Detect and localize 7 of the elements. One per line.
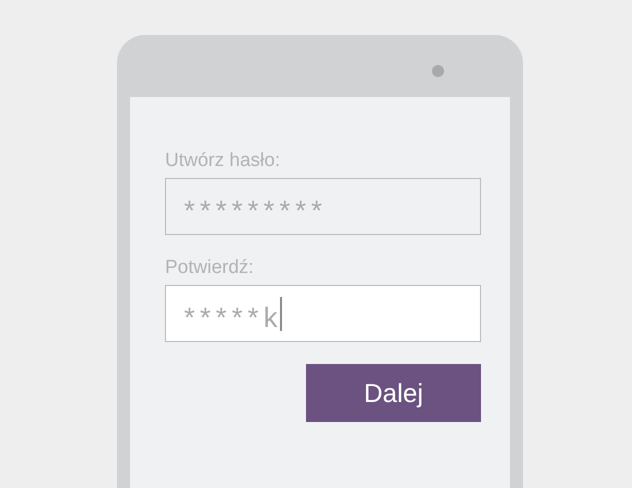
camera-icon xyxy=(432,65,444,77)
field-label: Utwórz hasło: xyxy=(165,150,282,172)
field-label: Potwierdź: xyxy=(165,257,255,279)
next-button[interactable]: Dalej xyxy=(306,364,481,422)
text-cursor xyxy=(280,296,282,330)
password-field[interactable]: *****k xyxy=(165,285,481,342)
password-field[interactable]: ********* xyxy=(165,178,481,235)
